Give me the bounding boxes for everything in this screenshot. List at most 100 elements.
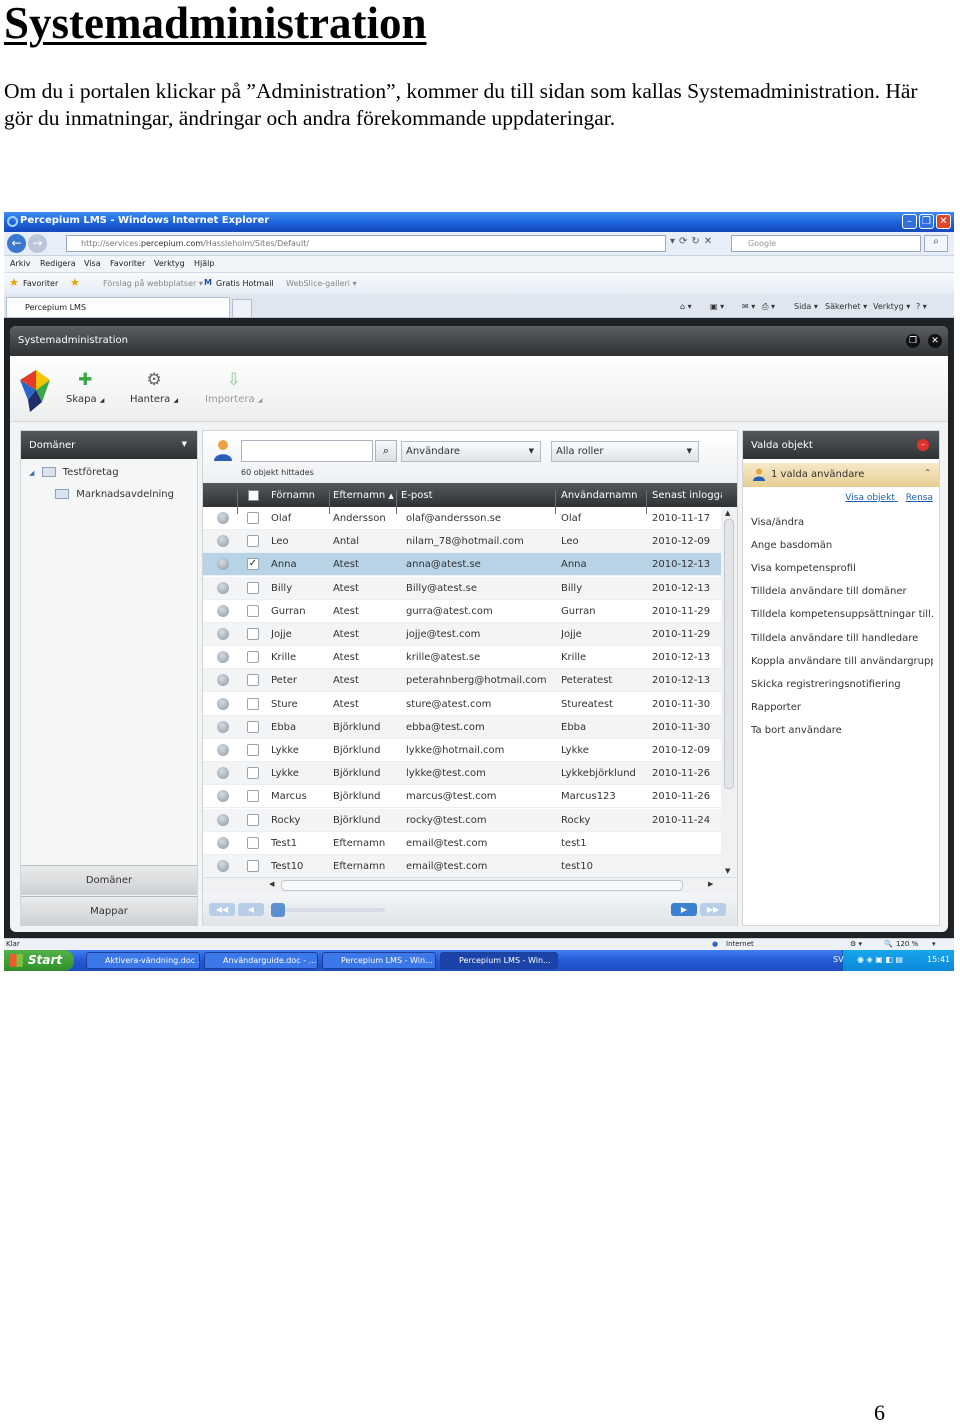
row-checkbox[interactable] [247,651,259,664]
favorites-star-icon[interactable]: ★ [9,276,19,289]
row-checkbox[interactable] [247,744,259,756]
table-row[interactable]: Leo Antal nilam_78@hotmail.com Leo 2010-12-0… [203,530,721,554]
row-checkbox[interactable] [247,628,259,640]
table-row[interactable]: Gurran Atest gurra@atest.com Gurran 2010-11-… [203,600,721,623]
domains-button[interactable]: Domäner [21,865,197,895]
row-checkbox[interactable] [247,674,259,687]
table-row[interactable]: Lykke Björklund lykke@test.com Lykkebjörklu… [203,762,721,786]
table-row[interactable]: Test1 Efternamn email@test.com test1 [203,832,721,855]
fav-webslice[interactable]: WebSlice-galleri ▾ [286,279,357,288]
row-checkbox[interactable] [247,720,259,733]
row-checkbox[interactable]: ✓ [247,558,259,571]
table-row[interactable]: Ebba Björklund ebba@test.com Ebba 2010-11-30 [203,715,721,739]
new-tab-button[interactable] [232,299,252,317]
home-icon[interactable]: ⌂ ▾ [680,302,692,311]
menu-arkiv[interactable]: Arkiv [10,259,30,268]
table-row[interactable]: Marcus Björklund marcus@test.com Marcus123 2… [203,785,721,809]
chevron-up-icon[interactable]: ⌃ [924,468,931,477]
forward-icon[interactable]: → [28,234,47,253]
selection-summary[interactable]: 1 valda användare ⌃ [743,463,939,487]
minimize-icon[interactable]: – [902,214,917,229]
col-lastname[interactable]: Efternamn ▲ [333,490,394,501]
tree-item-testforetag[interactable]: ◢ Testföretag [29,467,119,478]
tab-percepium[interactable]: Percepium LMS [6,297,230,317]
row-checkbox[interactable] [247,581,259,594]
scroll-right-icon[interactable]: ▶ [708,880,713,888]
folders-button[interactable]: Mappar [21,896,197,926]
create-button[interactable]: ✚ Skapa ◢ [66,370,104,405]
row-checkbox[interactable] [247,813,259,826]
app-close-icon[interactable]: ✕ [928,334,942,348]
row-checkbox[interactable] [247,604,259,617]
expand-icon[interactable]: ◢ [29,469,34,477]
row-checkbox[interactable] [247,860,259,872]
table-row[interactable]: Sture Atest sture@atest.com Stureatest 2010-… [203,693,721,716]
zoom-menu-icon[interactable]: ▾ [932,940,936,948]
fav-hotmail[interactable]: Gratis Hotmail [216,279,274,288]
clear-link[interactable]: Rensa [906,493,933,503]
row-checkbox[interactable] [247,790,259,803]
menu-hjalp[interactable]: Hjälp [194,259,214,268]
scroll-down-icon[interactable]: ▼ [725,867,730,875]
menu-verktyg[interactable]: Verktyg [154,259,185,268]
favorites-button[interactable]: Favoriter [23,279,58,288]
add-favorite-icon[interactable]: ★ [70,276,80,289]
menu-visa[interactable]: Visa [84,259,101,268]
page-slider-knob[interactable] [271,903,285,917]
last-page-icon[interactable]: ▶▶ [700,903,726,916]
col-username[interactable]: Användarnamn [561,490,638,501]
col-lastlogin[interactable]: Senast inloggad [652,490,722,501]
action-item[interactable]: Tilldela kompetensuppsättningar till... [751,609,933,620]
table-row[interactable]: Peter Atest peterahnberg@hotmail.com Petera… [203,669,721,693]
language-indicator[interactable]: SV [833,955,844,964]
action-item[interactable]: Tilldela användare till handledare [751,633,933,644]
col-firstname[interactable]: Förnamn [271,490,315,501]
feeds-icon[interactable]: ▣ ▾ [710,302,724,311]
vertical-scrollbar[interactable]: ▲ ▼ [721,507,737,877]
print-icon[interactable]: ⎙ ▾ [762,302,775,312]
chevron-down-icon[interactable]: ▼ [182,440,187,448]
tree-item-marknadsavdelning[interactable]: Marknadsavdelning [55,489,174,500]
show-objects-link[interactable]: Visa objekt [845,493,895,503]
table-row[interactable]: Test10 Efternamn email@test.com test10 [203,855,721,877]
back-icon[interactable]: ← [7,234,26,253]
menu-favoriter[interactable]: Favoriter [110,259,145,268]
import-button[interactable]: ⇩ Importera ◢ [205,370,262,405]
table-row[interactable]: Lykke Björklund lykke@hotmail.com Lykke 2010… [203,739,721,762]
search-icon[interactable]: ⌕ [924,235,948,252]
row-checkbox[interactable] [247,767,259,780]
task-doc1[interactable]: Aktivera-vändning.doc ... [86,952,200,969]
task-doc2[interactable]: Användarguide.doc - ... [204,952,318,969]
clear-selection-icon[interactable]: – [917,439,929,451]
first-page-icon[interactable]: ◀◀ [209,903,235,916]
task-ie1[interactable]: Percepium LMS - Win... [322,952,436,969]
type-dropdown[interactable]: Användare ▼ [401,441,541,462]
action-item[interactable]: Visa/ändra [751,517,933,528]
action-item[interactable]: Ange basdomän [751,540,933,551]
close-icon[interactable]: ✕ [936,214,951,229]
mail-icon[interactable]: ✉ ▾ [742,302,755,311]
help-icon[interactable]: ? ▾ [916,302,927,311]
table-row[interactable]: Krille Atest krille@atest.se Krille 2010-12-… [203,646,721,670]
table-row[interactable]: Jojje Atest jojje@test.com Jojje 2010-11-29 [203,623,721,646]
zoom-level[interactable]: 120 % [896,940,918,948]
address-input[interactable]: http://services.percepium.com/Hassleholm… [66,235,666,252]
row-checkbox[interactable] [247,697,259,710]
start-button[interactable]: Start [4,950,74,971]
action-item[interactable]: Tilldela användare till domäner [751,586,933,597]
cmd-tools[interactable]: Verktyg ▾ [873,302,910,311]
maximize-icon[interactable]: ❐ [919,214,934,229]
search-input[interactable]: Google [731,235,921,252]
menu-redigera[interactable]: Redigera [40,259,76,268]
table-row[interactable]: ✓ Anna Atest anna@atest.se Anna 2010-12-13 [203,553,721,577]
col-email[interactable]: E-post [401,490,433,501]
row-checkbox[interactable] [247,836,259,849]
row-checkbox[interactable] [247,535,259,548]
page-slider[interactable] [271,903,385,917]
scroll-left-icon[interactable]: ◀ [269,880,274,888]
hscroll-thumb[interactable] [281,880,683,891]
manage-button[interactable]: ⚙ Hantera ◢ [130,370,178,405]
scroll-thumb[interactable] [724,519,734,789]
role-dropdown[interactable]: Alla roller ▼ [551,441,699,462]
action-item[interactable]: Skicka registreringsnotifiering [751,679,933,690]
